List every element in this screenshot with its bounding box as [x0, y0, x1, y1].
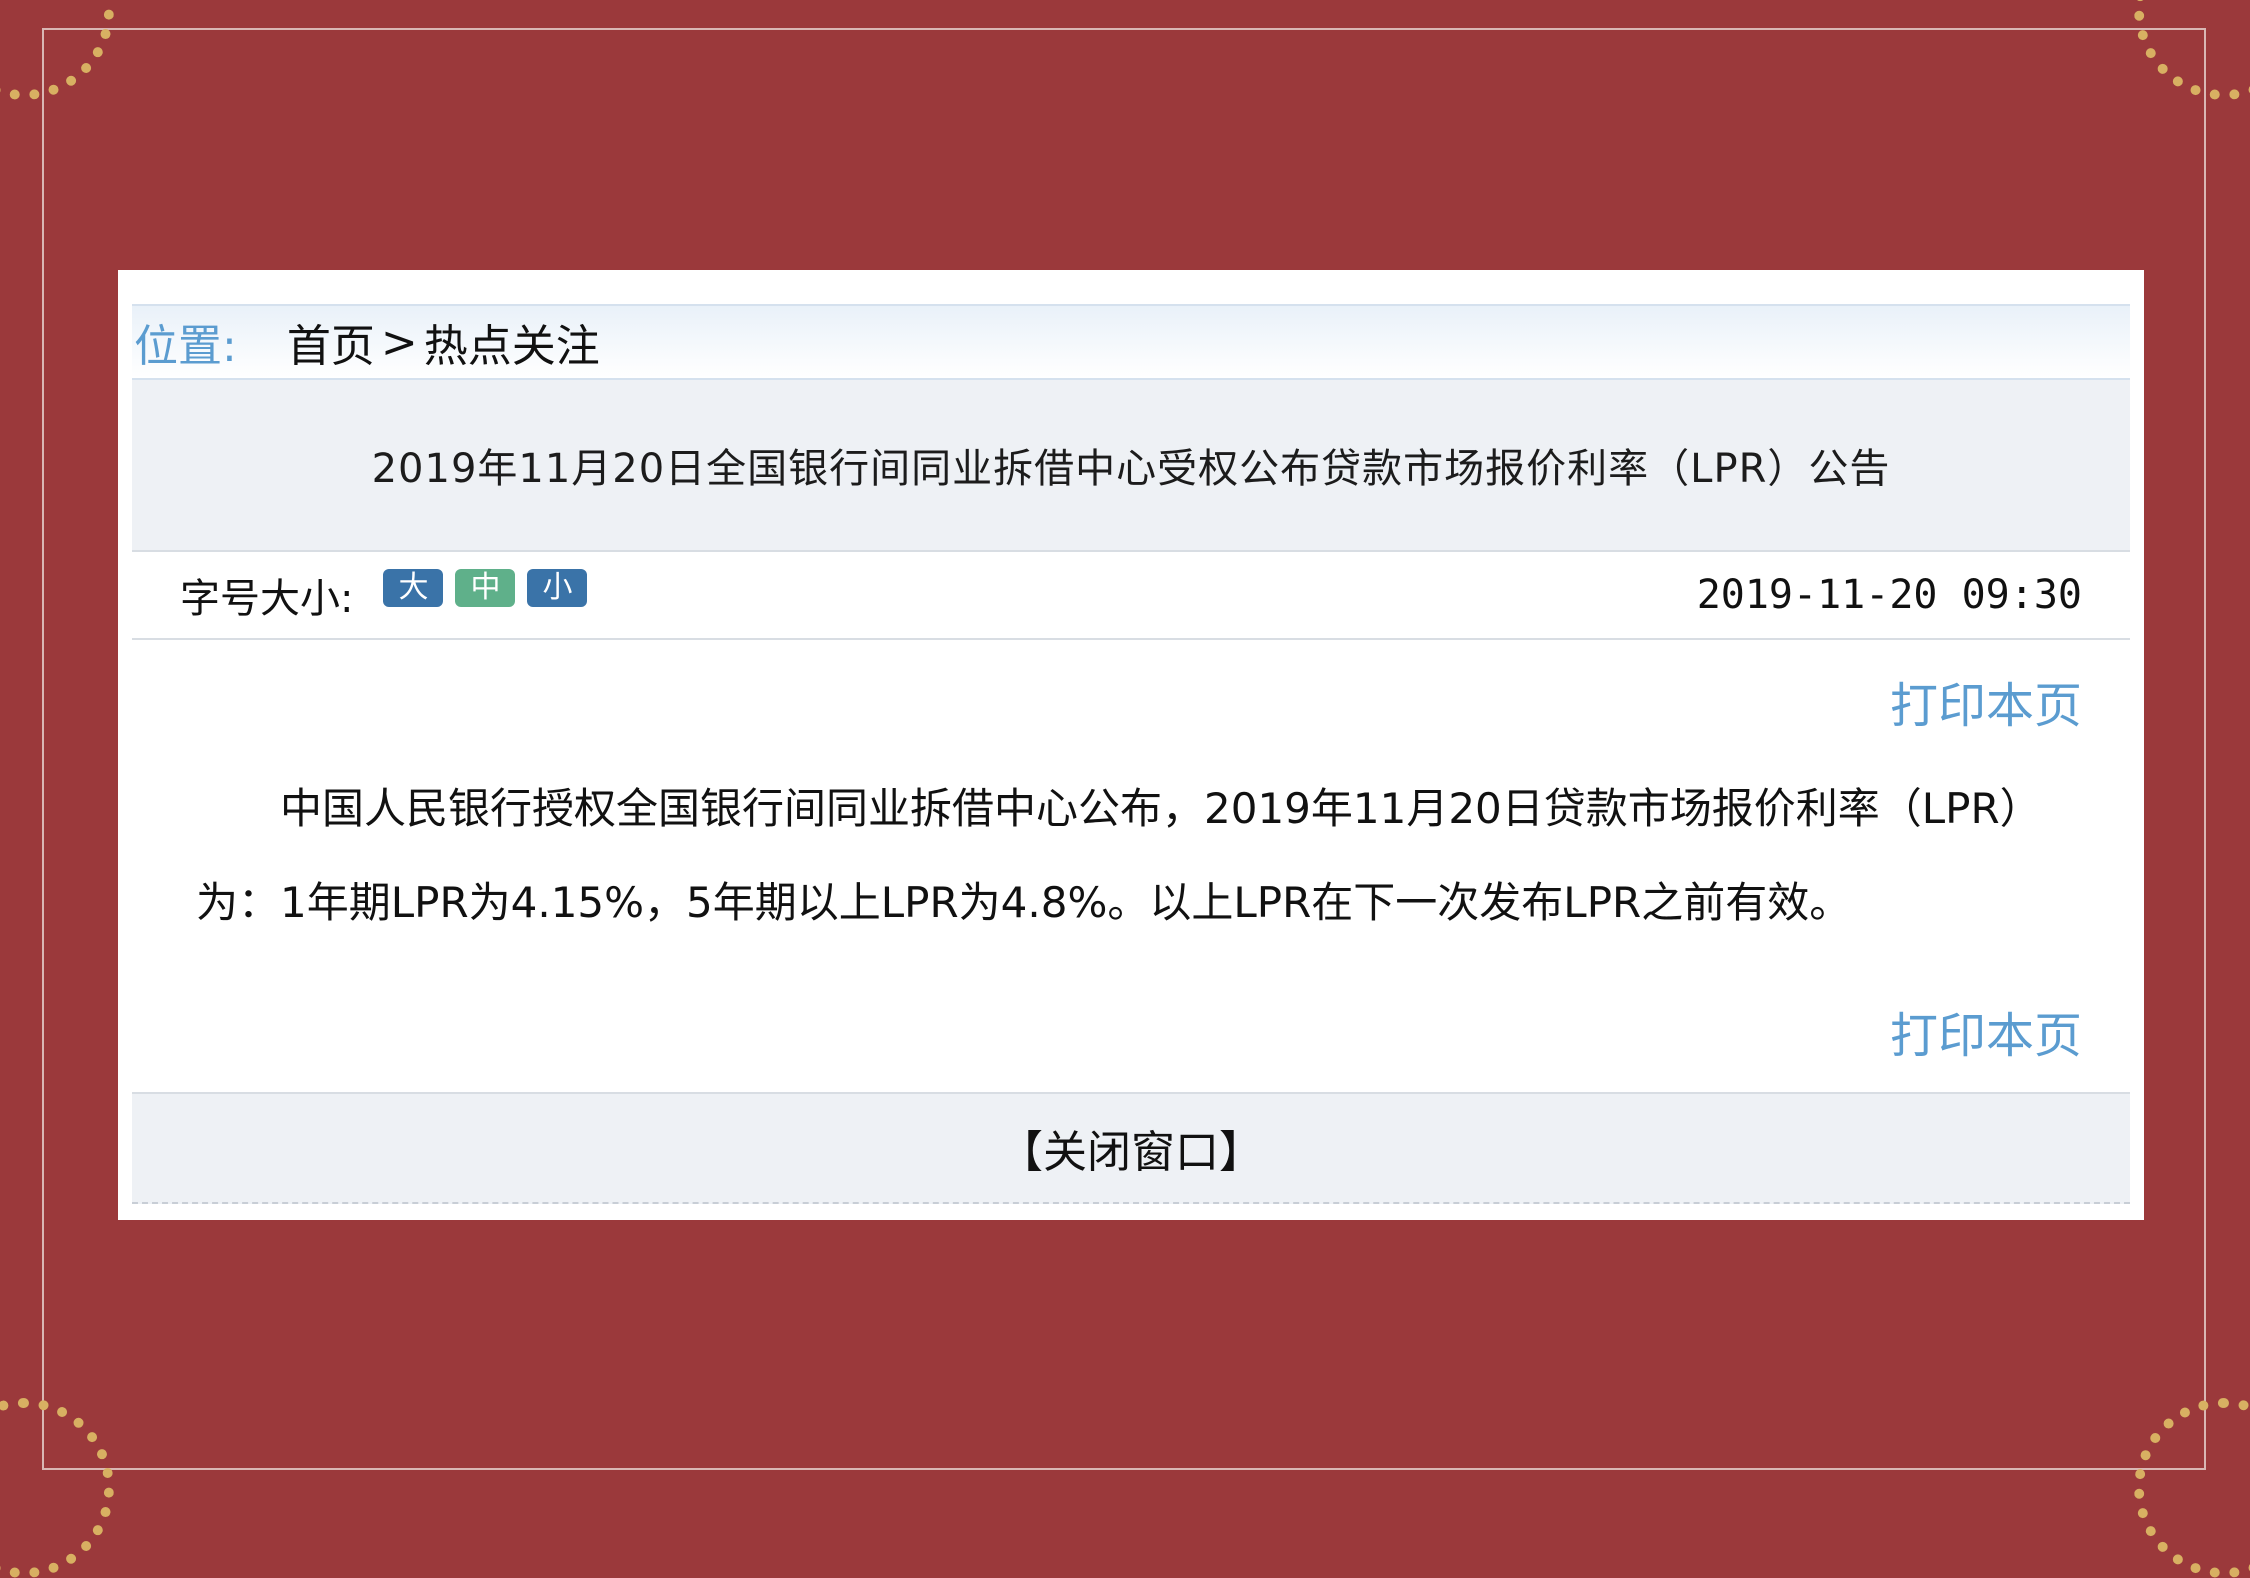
breadcrumb-home-link[interactable]: 首页 — [287, 310, 375, 374]
breadcrumb: 位置: 首页 > 热点关注 — [132, 304, 2130, 380]
article-panel: 位置: 首页 > 热点关注 2019年11月20日全国银行间同业拆借中心受权公布… — [118, 270, 2144, 1220]
article-title: 2019年11月20日全国银行间同业拆借中心受权公布贷款市场报价利率（LPR）公… — [371, 446, 1891, 492]
corner-ornament — [2134, 0, 2250, 100]
breadcrumb-label: 位置: — [134, 321, 237, 372]
breadcrumb-current[interactable]: 热点关注 — [424, 310, 600, 374]
publish-date: 2019-11-20 09:30 — [1696, 572, 2082, 618]
article-container: 位置: 首页 > 热点关注 2019年11月20日全国银行间同业拆借中心受权公布… — [132, 304, 2130, 1204]
font-size-label: 字号大小: — [180, 576, 354, 622]
font-medium-button[interactable]: 中 — [455, 569, 516, 607]
breadcrumb-separator: > — [380, 316, 418, 368]
font-large-button[interactable]: 大 — [383, 569, 444, 607]
print-page-link-top[interactable]: 打印本页 — [132, 666, 2130, 736]
corner-ornament — [2134, 1398, 2250, 1578]
close-window-link[interactable]: 【关闭窗口】 — [999, 1116, 1263, 1180]
print-page-link-bottom[interactable]: 打印本页 — [132, 996, 2130, 1066]
font-small-button[interactable]: 小 — [527, 569, 588, 607]
corner-ornament — [0, 1398, 114, 1578]
corner-ornament — [0, 0, 114, 100]
article-body: 中国人民银行授权全国银行间同业拆借中心公布，2019年11月20日贷款市场报价利… — [196, 784, 2042, 927]
article-title-bar: 2019年11月20日全国银行间同业拆借中心受权公布贷款市场报价利率（LPR）公… — [132, 380, 2130, 552]
close-window-bar: 【关闭窗口】 — [132, 1092, 2130, 1204]
article-meta-bar: 字号大小: 大 中 小 2019-11-20 09:30 — [132, 552, 2130, 640]
